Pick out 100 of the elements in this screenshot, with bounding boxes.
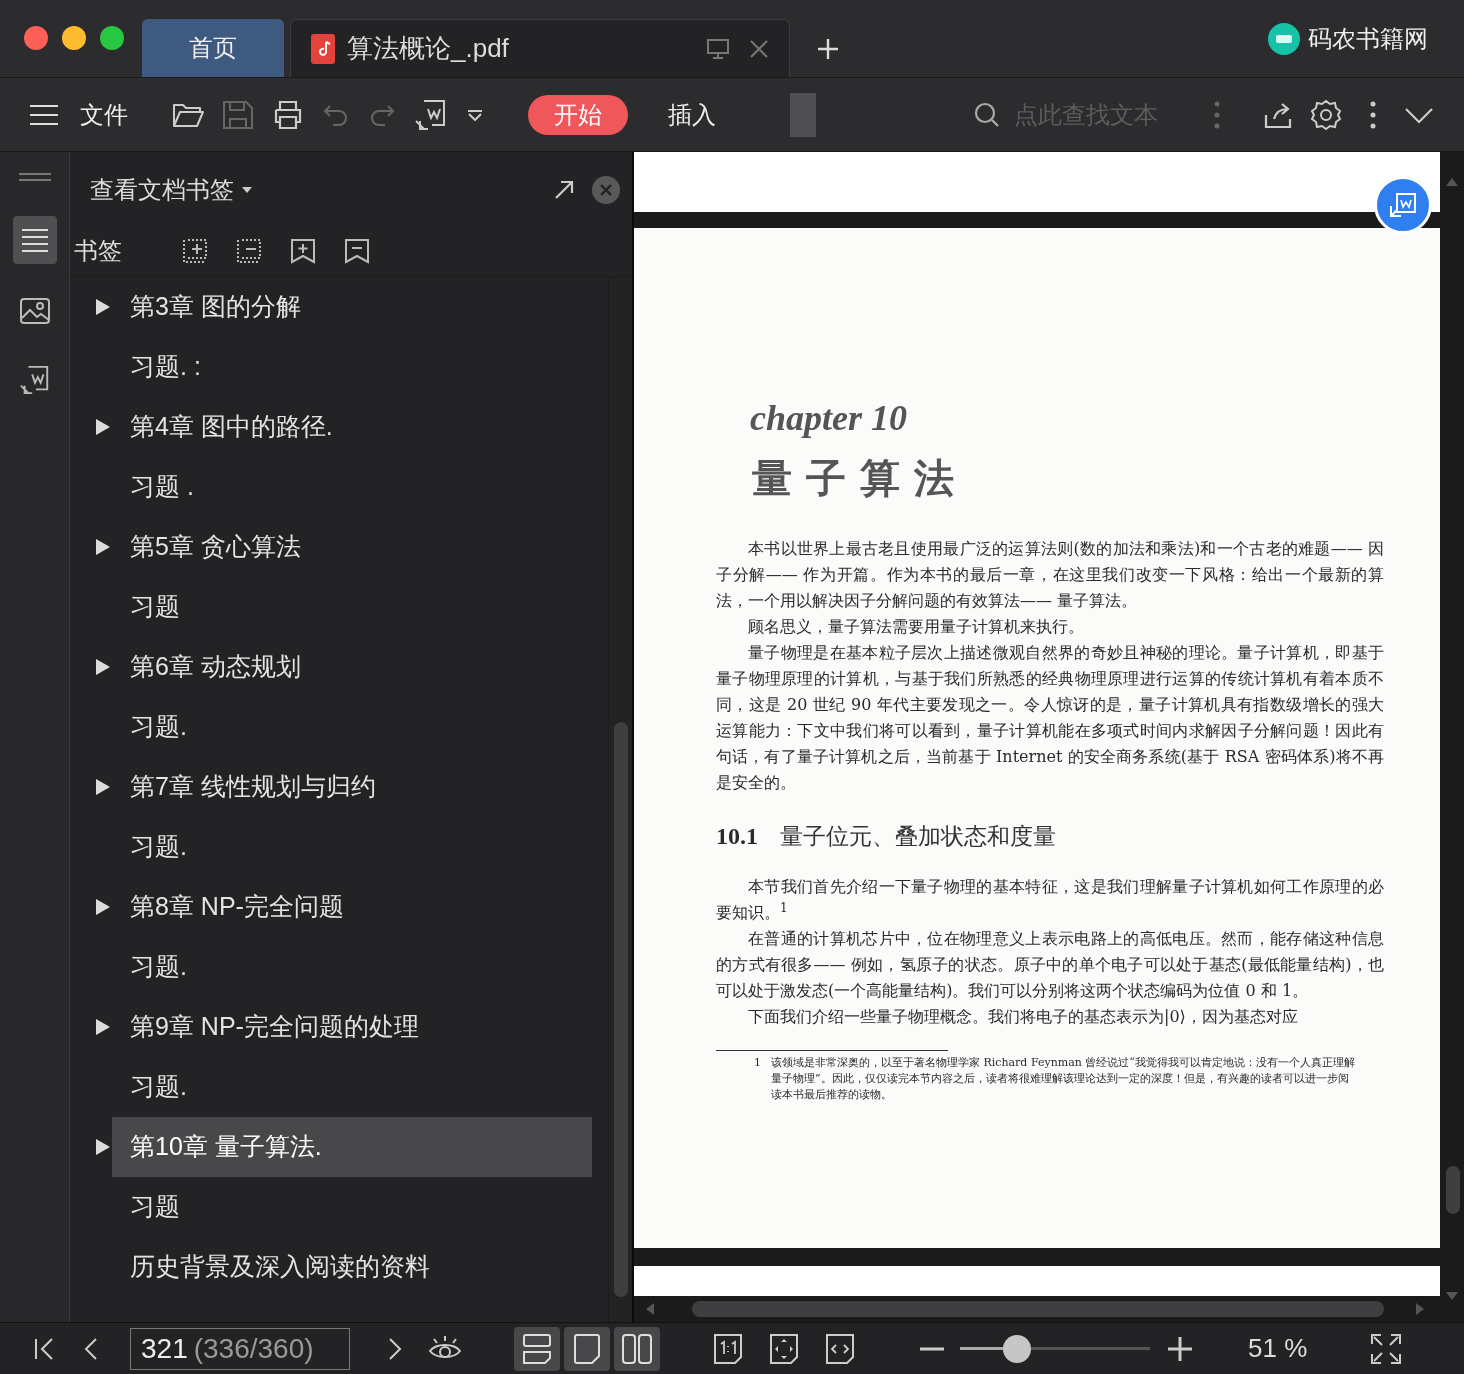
bookmark-item[interactable]: 习题 . [112,457,592,517]
add-bookmark-icon[interactable] [290,238,316,264]
print-icon[interactable] [272,99,304,130]
convert-document-icon[interactable] [414,98,448,131]
scrollbar-thumb[interactable] [692,1301,1384,1317]
single-page-button[interactable] [564,1326,610,1371]
ribbon-tab[interactable]: 插入 [642,94,742,135]
image-icon[interactable] [19,298,50,324]
scrollbar-thumb[interactable] [1446,1166,1460,1214]
collapse-panel-icon[interactable] [18,172,51,182]
page-count: (336/360) [193,1331,314,1366]
monitor-icon[interactable] [707,38,729,59]
more-options-icon[interactable] [1370,100,1376,129]
bookmark-item[interactable]: 习题. [112,817,592,877]
bookmark-item[interactable]: 第7章 线性规划与归约 [112,757,592,817]
expand-arrow-icon[interactable] [96,419,110,435]
fullscreen-icon[interactable] [1371,1333,1402,1364]
plus-icon [817,38,839,60]
paragraph: 在普通的计算机芯片中，位在物理意义上表示电路上的高低电压。然而，能存储这种信息的方式有很多—— 例如，氢原子的状态。原子中的单个电子可以处于基态(最低能量结构)，也可以处于激发态(一个高能量结构)。我们可以分别将这两个状态编码为位值 0 和 1。 [716,928,1384,1002]
section-number: 10.1 [716,822,758,851]
footnote: 该领域是非常深奥的，以至于著名物理学家 Richard Feynman 曾经说过“我觉得我可以肯定地说：没有一个人真正理解量子物理”。因此，仅仅读完本节内容之后，读者将很难理解该理论达到一定的深度！但是，有兴趣的读者可以进一步阅读本书最后推荐的读物。 [771,1055,1356,1103]
page-icon [574,1333,600,1364]
expand-arrow-icon[interactable] [96,1019,110,1035]
menu-icon[interactable] [30,104,58,125]
slider-thumb[interactable] [1003,1334,1031,1363]
bookmarks-panel-button[interactable] [12,216,57,264]
page-number-field[interactable]: 321 (336/360) [130,1327,350,1370]
expand-arrow-icon[interactable] [96,659,110,675]
scrollbar-thumb[interactable] [614,722,628,1297]
expand-arrow-icon[interactable] [96,899,110,915]
convert-document-icon [1389,192,1417,218]
section-label: 书签 [74,236,122,266]
expand-arrow-icon[interactable] [96,539,110,555]
zoom-slider[interactable] [960,1333,1150,1364]
paragraph: 顾名思义，量子算法需要用量子计算机来执行。 [747,616,1085,638]
settings-icon[interactable] [1310,98,1342,131]
add-bookmark-icon[interactable] [182,238,208,264]
two-pages-icon [622,1333,652,1364]
fit-page-icon[interactable] [770,1333,798,1364]
edit-bookmark-icon[interactable] [344,238,370,264]
close-window-button[interactable] [24,25,48,50]
pdf-file-icon [311,33,335,64]
pop-out-icon[interactable] [554,180,574,200]
paragraph: 本节我们首先介绍一下量子物理的基本特征，这是我们理解量子计算机如何工作原理的必要知识。$^{1}$ [716,876,1384,924]
chevron-down-icon[interactable] [1404,105,1434,124]
bookmark-item[interactable]: 习题 [112,1177,592,1237]
bookmark-item[interactable]: 习题. [112,1057,592,1117]
paragraph: 量子物理是在基本粒子层次上描述微观自然界的奇妙且神秘的理论。量子计算机，即基于量子物理原理的计算机，与基于我们所熟悉的经典物理原理进行运算的传统计算机有着本质不同，这是 20 世纪 90 年代主要发现之一。令人惊讶的是，量子计算机具有指数级增长的强大运算能力：下文中我们将可以看到，量子计算机能在多项式时间内求解因子分解问题！因此有句话，有了量子计算机之后，当前基于 Internet 的安全商务系统(基于 RSA 密码体系)将不再是安全的。 [716,642,1384,794]
bookmark-item[interactable]: 历史背景及深入阅读的资料 [112,1237,592,1297]
share-icon[interactable] [1264,100,1292,129]
list-icon [21,228,48,252]
zoom-out-icon[interactable] [920,1346,944,1351]
zoom-window-button[interactable] [100,25,124,50]
chapter-label: chapter 10 [750,400,908,436]
bookmark-item[interactable]: 第8章 NP-完全问题 [112,877,592,937]
brand-name: 码农书籍网 [1308,23,1428,54]
current-page: 321 [141,1331,188,1366]
close-tab-icon[interactable] [749,38,769,59]
fit-width-icon[interactable] [826,1333,854,1364]
logo-icon [1268,22,1300,55]
dropdown-caret-icon[interactable] [466,108,484,121]
bookmark-item[interactable]: 习题. [112,937,592,997]
previous-page-icon[interactable] [84,1336,98,1361]
section-title: 量子位元、叠加状态和度量 [780,822,1056,851]
tab-label: 首页 [189,33,237,63]
paragraph: 本书以世界上最古老且使用最广泛的运算法则(数的加法和乘法)和一个古老的难题—— 因子分解—— 作为开篇。作为本书的最后一章，在这里我们改变一下风格：给出一个最新的算法，一个用以解决因子分解问题的有效算法—— 量子算法。 [716,538,1384,612]
bookmark-item[interactable]: 第4章 图中的路径. [112,397,592,457]
tab-label: 算法概论_.pdf [347,32,510,65]
tab[interactable]: 算法概论_.pdf [290,19,790,77]
two-page-button[interactable] [614,1326,660,1371]
expand-arrow-icon[interactable] [96,779,110,795]
minimize-window-button[interactable] [62,25,86,50]
bookmarks-view-dropdown[interactable]: 查看文档书签 [90,172,252,208]
search-icon [974,101,1000,128]
remove-bookmark-icon[interactable] [236,238,262,264]
bookmark-item[interactable]: 第5章 贪心算法 [112,517,592,577]
continuous-view-button[interactable] [514,1326,560,1371]
actual-size-icon[interactable] [714,1333,742,1364]
footnote-number: 1 [754,1055,761,1071]
bookmark-item[interactable]: 习题. [112,697,592,757]
file-menu[interactable]: 文件 [80,96,128,133]
bookmark-item[interactable]: 习题 [112,577,592,637]
continuous-pages-icon [523,1333,551,1364]
save-icon[interactable] [222,99,254,130]
bookmark-item[interactable]: 第9章 NP-完全问题的处理 [112,997,592,1057]
scroll-tab-handle[interactable] [790,92,816,137]
bookmark-item[interactable]: 习题. : [112,337,592,397]
first-page-icon[interactable] [34,1336,54,1361]
tab[interactable]: 首页 [142,19,284,77]
bookmark-item[interactable]: 第6章 动态规划 [112,637,592,697]
paragraph: 下面我们介绍一些量子物理概念。我们将电子的基态表示为|0⟩，因为基态对应 [747,1006,1299,1028]
bookmark-item[interactable]: 第3章 图的分解 [112,277,592,337]
next-page-icon[interactable] [388,1336,402,1361]
convert-document-icon[interactable] [18,364,51,396]
expand-arrow-icon[interactable] [96,299,110,315]
expand-arrow-icon[interactable] [96,1139,110,1155]
zoom-in-icon[interactable] [1168,1336,1192,1361]
caret-icon [242,187,252,193]
chapter-title: 量 子 算 法 [752,458,955,498]
zoom-percentage: 51 % [1248,1332,1308,1365]
